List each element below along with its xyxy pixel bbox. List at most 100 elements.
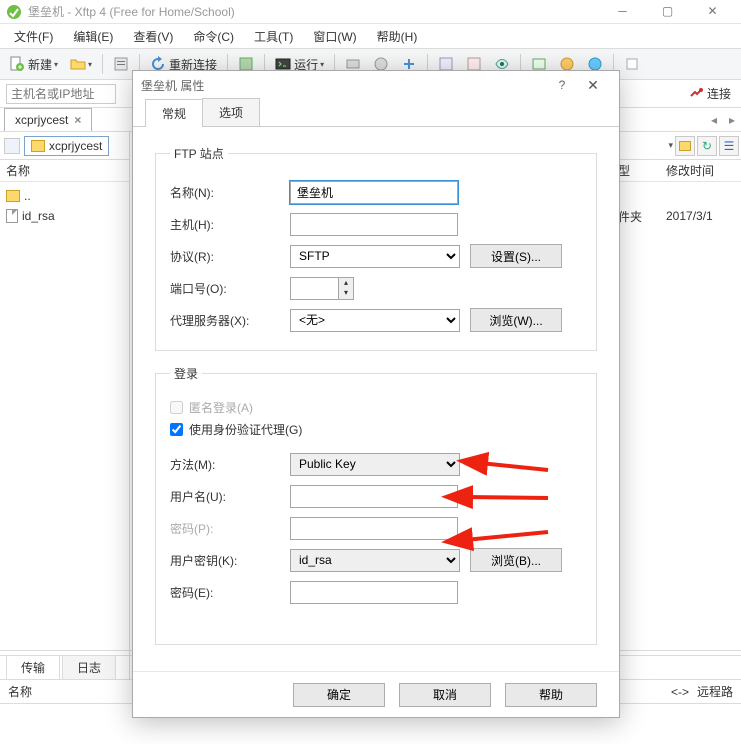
- tab-options[interactable]: 选项: [202, 98, 260, 126]
- tab-transfer[interactable]: 传输: [6, 655, 60, 679]
- view-button[interactable]: ☰: [719, 136, 739, 156]
- agent-checkbox[interactable]: 使用身份验证代理(G): [170, 418, 582, 440]
- agent-label: 使用身份验证代理(G): [189, 421, 302, 438]
- doc-tab-label: xcprjycest: [15, 113, 68, 127]
- protocol-select[interactable]: SFTP: [290, 245, 460, 268]
- title-bar: 堡垒机 - Xftp 4 (Free for Home/School) ─ ▢ …: [0, 0, 741, 24]
- breadcrumb-label: xcprjycest: [49, 139, 102, 153]
- item-label: id_rsa: [22, 209, 55, 223]
- menu-edit[interactable]: 编辑(E): [63, 26, 123, 47]
- col-name[interactable]: 名称: [8, 683, 32, 700]
- app-icon: [6, 4, 22, 20]
- properties-icon: [113, 56, 129, 72]
- folder-up-icon: [6, 190, 20, 202]
- maximize-button[interactable]: ▢: [645, 1, 690, 23]
- tab-next[interactable]: ▸: [723, 113, 741, 127]
- name-field[interactable]: [290, 181, 458, 204]
- prop-button[interactable]: [108, 52, 134, 76]
- list-item[interactable]: [618, 186, 735, 206]
- spin-up[interactable]: ▴: [339, 278, 353, 289]
- list-item[interactable]: id_rsa: [6, 206, 123, 226]
- menu-window[interactable]: 窗口(W): [303, 26, 366, 47]
- close-icon[interactable]: ×: [74, 113, 81, 127]
- protocol-label: 协议(R):: [170, 248, 290, 265]
- agent-check[interactable]: [170, 423, 183, 436]
- folder-icon: [31, 140, 45, 152]
- menu-tools[interactable]: 工具(T): [244, 26, 303, 47]
- proxy-select[interactable]: <无>: [290, 309, 460, 332]
- dialog-help-button[interactable]: ?: [549, 78, 575, 92]
- new-button[interactable]: 新建 ▾: [4, 52, 63, 76]
- anon-checkbox[interactable]: 匿名登录(A): [170, 396, 582, 418]
- anon-label: 匿名登录(A): [189, 399, 253, 416]
- connect-link[interactable]: 连接: [688, 85, 731, 102]
- window-title: 堡垒机 - Xftp 4 (Free for Home/School): [28, 3, 600, 20]
- minimize-button[interactable]: ─: [600, 1, 645, 23]
- browse-key-button[interactable]: 浏览(B)...: [470, 548, 562, 572]
- settings-button[interactable]: 设置(S)...: [470, 244, 562, 268]
- proxy-label: 代理服务器(X):: [170, 312, 290, 329]
- nav-indicator: <->: [671, 685, 689, 699]
- help-button[interactable]: 帮助: [505, 683, 597, 707]
- connect-icon: [688, 86, 704, 102]
- keypass-label: 密码(E):: [170, 584, 290, 601]
- port-label: 端口号(O):: [170, 280, 290, 297]
- new-file-icon: [9, 56, 25, 72]
- refresh-button[interactable]: ↻: [697, 136, 717, 156]
- document-tab[interactable]: xcprjycest ×: [4, 108, 92, 131]
- login-group: 登录 匿名登录(A) 使用身份验证代理(G) 方法(M): Public Key…: [155, 365, 597, 645]
- anon-check[interactable]: [170, 401, 183, 414]
- close-button[interactable]: ✕: [690, 1, 735, 23]
- list-item[interactable]: 件夹 2017/3/1: [618, 206, 735, 226]
- name-label: 名称(N):: [170, 184, 290, 201]
- item-mtime: 2017/3/1: [666, 209, 713, 223]
- password-label: 密码(P):: [170, 520, 290, 537]
- port-stepper[interactable]: ▴▾: [290, 277, 354, 300]
- view-icon[interactable]: [4, 138, 20, 154]
- list-item-up[interactable]: ..: [6, 186, 123, 206]
- host-field[interactable]: [290, 213, 458, 236]
- btn-k[interactable]: [619, 52, 645, 76]
- cancel-button[interactable]: 取消: [399, 683, 491, 707]
- menu-command[interactable]: 命令(C): [183, 26, 244, 47]
- col-mtime[interactable]: 修改时间: [660, 162, 720, 179]
- method-select[interactable]: Public Key: [290, 453, 460, 476]
- userkey-label: 用户密钥(K):: [170, 552, 290, 569]
- userkey-select[interactable]: id_rsa: [290, 549, 460, 572]
- chevron-down-icon[interactable]: ▾: [668, 140, 673, 151]
- browse-proxy-button[interactable]: 浏览(W)...: [470, 308, 562, 332]
- left-pane: xcprjycest 名称 .. id_rsa: [0, 132, 130, 680]
- ftp-site-group: FTP 站点 名称(N): 主机(H): 协议(R): SFTP 设置(S)..…: [155, 145, 597, 351]
- connect-label: 连接: [707, 85, 731, 102]
- host-input[interactable]: [6, 84, 116, 104]
- menu-file[interactable]: 文件(F): [4, 26, 63, 47]
- keypass-field[interactable]: [290, 581, 458, 604]
- dialog-title-bar[interactable]: 堡垒机 属性 ? ✕: [133, 71, 619, 99]
- menu-view[interactable]: 查看(V): [123, 26, 183, 47]
- spin-down[interactable]: ▾: [339, 288, 353, 299]
- tab-log[interactable]: 日志: [62, 655, 116, 679]
- dialog-close-button[interactable]: ✕: [575, 77, 611, 94]
- right-list-header: 型 修改时间: [612, 160, 741, 182]
- dialog-tabs: 常规 选项: [133, 99, 619, 127]
- col-remote[interactable]: 远程路: [697, 683, 733, 700]
- menu-help[interactable]: 帮助(H): [367, 26, 428, 47]
- toolbar-icon: [624, 56, 640, 72]
- col-name[interactable]: 名称: [0, 162, 36, 179]
- file-icon: [6, 209, 18, 223]
- tab-prev[interactable]: ◂: [705, 113, 723, 127]
- open-button[interactable]: ▾: [65, 52, 97, 76]
- method-label: 方法(M):: [170, 456, 290, 473]
- tab-general[interactable]: 常规: [145, 99, 203, 127]
- password-field: [290, 517, 458, 540]
- port-field[interactable]: [290, 277, 338, 300]
- ok-button[interactable]: 确定: [293, 683, 385, 707]
- new-label: 新建: [28, 56, 52, 73]
- breadcrumb-current[interactable]: xcprjycest: [24, 136, 109, 156]
- username-field[interactable]: [290, 485, 458, 508]
- folder-icon: [679, 141, 691, 151]
- item-label: ..: [24, 189, 31, 203]
- nav-up-button[interactable]: [675, 136, 695, 156]
- menu-bar: 文件(F) 编辑(E) 查看(V) 命令(C) 工具(T) 窗口(W) 帮助(H…: [0, 24, 741, 48]
- folder-open-icon: [70, 56, 86, 72]
